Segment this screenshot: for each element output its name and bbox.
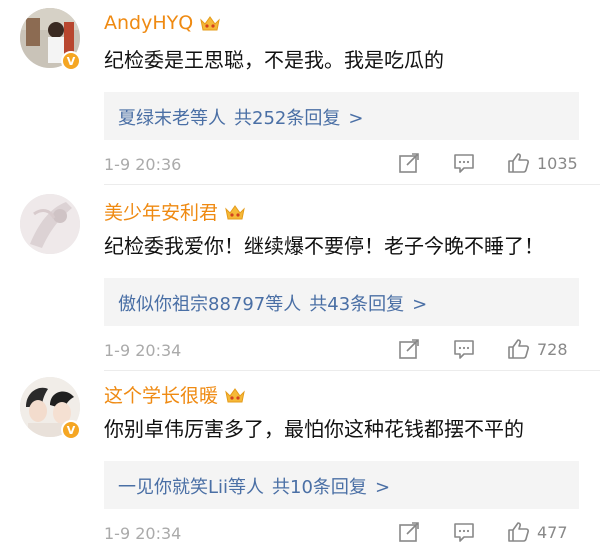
share-icon[interactable] xyxy=(397,337,421,361)
replies-link[interactable]: 傲似你祖宗88797等人 共43条回复 > xyxy=(104,278,579,326)
username[interactable]: 这个学长很暖 xyxy=(104,381,246,408)
comment-icon[interactable] xyxy=(452,151,476,175)
like-button[interactable]: 477 xyxy=(507,520,568,544)
comment-text: 纪检委我爱你！继续爆不要停！老子今晚不睡了！ xyxy=(104,234,544,258)
avatar[interactable] xyxy=(20,194,80,254)
crown-icon xyxy=(225,387,245,402)
like-count: 728 xyxy=(537,339,568,359)
replies-count: 共43条回复 xyxy=(309,294,405,315)
replies-names: 夏绿末老等人 xyxy=(118,108,226,129)
like-icon xyxy=(508,339,529,359)
like-icon xyxy=(508,522,529,542)
chevron-right-icon: > xyxy=(348,108,364,129)
like-button[interactable]: 728 xyxy=(507,337,568,361)
username[interactable]: 美少年安利君 xyxy=(104,198,246,225)
username-text[interactable]: 美少年安利君 xyxy=(104,198,218,225)
share-icon[interactable] xyxy=(397,520,421,544)
avatar-image xyxy=(20,194,80,254)
replies-link[interactable]: 夏绿末老等人 共252条回复 > xyxy=(104,92,579,140)
divider xyxy=(104,370,600,371)
username[interactable]: AndyHYQ xyxy=(104,12,221,34)
chevron-right-icon: > xyxy=(374,477,391,498)
divider xyxy=(104,184,600,185)
like-count: 1035 xyxy=(537,153,578,173)
replies-count: 共10条回复 xyxy=(272,477,367,498)
replies-names: 傲似你祖宗88797等人 xyxy=(118,294,302,315)
timestamp: 1-9 20:34 xyxy=(104,341,182,360)
verified-badge-icon: V xyxy=(61,420,81,440)
username-text[interactable]: 这个学长很暖 xyxy=(104,381,218,408)
crown-icon xyxy=(225,204,245,219)
verified-badge-icon: V xyxy=(61,51,81,71)
replies-names: 一见你就笑Lii等人 xyxy=(118,477,265,498)
crown-icon xyxy=(200,16,221,31)
like-icon xyxy=(508,153,529,173)
comment-item: V AndyHYQ 纪检委是王思聪，不是我。我是吃瓜的 夏绿末老等人 共252条回… xyxy=(0,8,600,188)
comment-icon[interactable] xyxy=(452,337,476,361)
timestamp: 1-9 20:36 xyxy=(104,155,182,174)
timestamp: 1-9 20:34 xyxy=(104,524,182,543)
comment-text: 纪检委是王思聪，不是我。我是吃瓜的 xyxy=(104,48,444,72)
comment-item: 美少年安利君 纪检委我爱你！继续爆不要停！老子今晚不睡了！ 傲似你祖宗88797… xyxy=(0,194,600,374)
comment-icon[interactable] xyxy=(452,520,476,544)
like-button[interactable]: 1035 xyxy=(507,151,578,175)
replies-link[interactable]: 一见你就笑Lii等人 共10条回复 > xyxy=(104,461,579,509)
comment-item: V 这个学长很暖 你别卓伟厉害多了，最怕你这种花钱都摆不平的 一见你就笑Lii等… xyxy=(0,377,600,553)
share-icon[interactable] xyxy=(397,151,421,175)
comment-text: 你别卓伟厉害多了，最怕你这种花钱都摆不平的 xyxy=(104,417,524,441)
chevron-right-icon: > xyxy=(412,294,428,315)
username-text[interactable]: AndyHYQ xyxy=(104,12,193,34)
like-count: 477 xyxy=(537,522,568,542)
replies-count: 共252条回复 xyxy=(234,108,341,129)
